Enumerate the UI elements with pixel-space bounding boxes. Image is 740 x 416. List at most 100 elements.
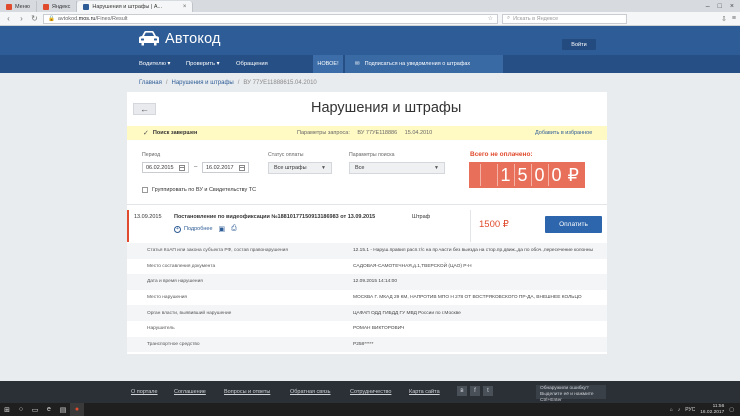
table-row: Статья КоАП или закона субъекта РФ, сост…	[127, 243, 607, 259]
print-icon[interactable]: ⎙	[231, 225, 237, 233]
chevron-down-icon: ▼	[434, 165, 439, 171]
nav-requests[interactable]: Обращения	[236, 55, 268, 73]
yandex-favicon-icon	[42, 3, 49, 10]
pay-button[interactable]: Оплатить	[545, 216, 602, 233]
clock[interactable]: 11:56 16.02.2017	[700, 404, 724, 415]
params-label: Параметры запроса:	[297, 130, 350, 136]
task-view-icon[interactable]: ▭	[28, 403, 42, 416]
tab-yandex[interactable]: Яндекс	[37, 1, 78, 12]
detail-value: 12.09.2015 14:14:00	[353, 279, 398, 285]
calendar-icon[interactable]	[179, 164, 185, 171]
table-row: Дата и время нарушения 12.09.2015 14:14:…	[127, 274, 607, 290]
browser-search-input[interactable]: ⌕ Искать в Яндексе	[502, 13, 627, 24]
network-icon[interactable]: ⌂	[670, 407, 673, 413]
photo-icon[interactable]: ▣	[219, 225, 226, 233]
footer-link-cooperation[interactable]: Сотрудничество	[350, 389, 391, 395]
site-logo[interactable]: Автокод	[138, 30, 221, 47]
fine-details-table: Статья КоАП или закона субъекта РФ, сост…	[127, 243, 607, 353]
site-subnav: Водителю ▾ Проверить ▾ Обращения НОВОЕ! …	[0, 55, 740, 73]
report-error-box[interactable]: Обнаружили ошибку? Выделите её и нажмите…	[536, 385, 606, 403]
login-button[interactable]: Войти	[562, 39, 596, 50]
browser-menu-icon[interactable]: ≡	[732, 15, 736, 23]
footer-link-faq[interactable]: Вопросы и ответы	[224, 389, 270, 395]
fine-entry: 13.09.2015 Постановление по видеофиксаци…	[127, 210, 607, 242]
search-icon[interactable]: ○	[14, 403, 28, 416]
window-controls: – □ ×	[706, 0, 740, 12]
subscribe-label: Подписаться на уведомления о штрафах	[364, 61, 471, 67]
site-footer: О портале Соглашение Вопросы и ответы Об…	[0, 381, 740, 403]
tab-fines[interactable]: Нарушения и штрафы | А... ×	[77, 1, 194, 12]
back-button[interactable]: ←	[133, 103, 156, 115]
car-icon	[139, 31, 159, 46]
language-indicator[interactable]: РУС	[685, 407, 695, 413]
fine-type: Штраф	[412, 214, 431, 220]
url-input[interactable]: 🔒 avtokod. mos.ru/Fines/Result ☆	[43, 13, 498, 24]
breadcrumb-separator: /	[165, 80, 168, 86]
breadcrumb-section[interactable]: Нарушения и штрафы	[172, 80, 234, 86]
close-window-icon[interactable]: ×	[730, 3, 734, 10]
reload-icon[interactable]: ↻	[30, 14, 39, 23]
lock-icon: 🔒	[48, 15, 55, 22]
twitter-icon[interactable]: t	[483, 386, 493, 396]
params-doc: ВУ 77УЕ118886	[357, 130, 398, 136]
search-params-select[interactable]: Все ▼	[349, 162, 445, 174]
pay-status-label: Статус оплаты	[268, 152, 304, 158]
address-bar: ‹ › ↻ 🔒 avtokod. mos.ru/Fines/Result ☆ ⌕ …	[0, 12, 740, 26]
footer-link-about[interactable]: О портале	[131, 389, 158, 395]
fines-card: ← Нарушения и штрафы ✓ Поиск завершен Па…	[127, 92, 607, 354]
breadcrumb-home[interactable]: Главная	[139, 80, 162, 86]
notifications-icon[interactable]: ▢	[729, 407, 734, 413]
vk-icon[interactable]: в	[457, 386, 467, 396]
forward-arrow-icon[interactable]: ›	[17, 14, 26, 23]
detail-label: Место составления документа	[147, 263, 216, 269]
detail-value: Р258*****	[353, 341, 374, 347]
pay-status-value: Все штрафы	[274, 165, 307, 171]
ruble-icon: ₽	[567, 164, 579, 185]
total-digit: 1	[496, 164, 514, 186]
tab-menu[interactable]: Меню	[0, 1, 37, 12]
edge-icon[interactable]: e	[42, 403, 56, 416]
request-params: Параметры запроса: ВУ 77УЕ118886 15.04.2…	[297, 130, 432, 136]
close-tab-icon[interactable]: ×	[183, 4, 187, 10]
total-unpaid-counter: 1 5 0 0 ₽	[469, 162, 585, 188]
minimize-icon[interactable]: –	[706, 3, 710, 10]
total-digit: 0	[547, 164, 565, 186]
search-params-label: Параметры поиска	[349, 152, 395, 158]
pay-status-select[interactable]: Все штрафы ▼	[268, 162, 332, 174]
table-row: Место нарушения МОСКВА Г. МКАД 29 КМ, НА…	[127, 290, 607, 306]
table-row: Орган власти, выявивший нарушение ЦАФАП …	[127, 305, 607, 321]
total-digit	[479, 164, 497, 186]
subscribe-link[interactable]: ✉ Подписаться на уведомления о штрафах	[345, 55, 503, 73]
detail-label: Транспортное средство	[147, 341, 200, 347]
tab-yandex-label: Яндекс	[51, 3, 71, 10]
browser-search-placeholder: Искать в Яндексе	[513, 15, 559, 22]
nav-driver[interactable]: Водителю ▾	[139, 55, 170, 73]
group-checkbox[interactable]	[142, 187, 148, 193]
nav-check[interactable]: Проверить ▾	[186, 55, 220, 73]
footer-link-feedback[interactable]: Обратная связь	[290, 389, 331, 395]
calendar-icon[interactable]	[239, 164, 245, 171]
new-badge: НОВОЕ!	[313, 55, 343, 73]
footer-link-sitemap[interactable]: Карта сайта	[409, 389, 440, 395]
back-arrow-icon[interactable]: ‹	[4, 14, 13, 23]
maximize-icon[interactable]: □	[718, 3, 722, 10]
add-to-favorites-link[interactable]: Добавить в избранное	[535, 130, 592, 136]
facebook-icon[interactable]: f	[470, 386, 480, 396]
date-to-input[interactable]: 16.02.2017	[202, 162, 249, 173]
details-toggle[interactable]: + Подробнее	[174, 225, 213, 233]
bookmark-star-icon[interactable]: ☆	[488, 15, 493, 22]
date-from-input[interactable]: 06.02.2015	[142, 162, 189, 173]
footer-link-agreement[interactable]: Соглашение	[174, 389, 206, 395]
folder-icon[interactable]: ▤	[56, 403, 70, 416]
tab-fines-label: Нарушения и штрафы | А...	[92, 3, 163, 10]
table-row: Место составления документа САДОВАЯ-САМО…	[127, 259, 607, 275]
yandex-browser-icon[interactable]: ●	[70, 403, 84, 416]
volume-icon[interactable]: ♪	[678, 407, 681, 413]
detail-label: Дата и время нарушения	[147, 279, 203, 285]
total-digit: 0	[530, 164, 548, 186]
download-icon[interactable]: ⇩	[721, 15, 727, 23]
search-icon: ⌕	[507, 15, 511, 21]
windows-start-icon[interactable]: ⊞	[0, 403, 14, 416]
plus-circle-icon: +	[174, 225, 181, 233]
check-icon: ✓	[143, 130, 149, 137]
